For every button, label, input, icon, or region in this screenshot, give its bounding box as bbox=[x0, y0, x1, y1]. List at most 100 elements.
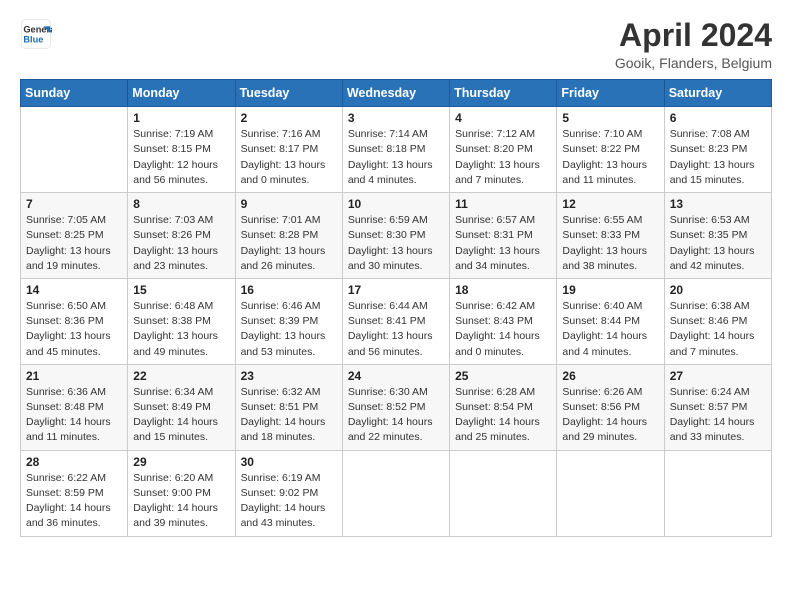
day-number: 16 bbox=[241, 283, 337, 297]
day-info: Sunrise: 6:34 AM Sunset: 8:49 PM Dayligh… bbox=[133, 385, 229, 446]
day-info: Sunrise: 6:32 AM Sunset: 8:51 PM Dayligh… bbox=[241, 385, 337, 446]
day-info: Sunrise: 6:55 AM Sunset: 8:33 PM Dayligh… bbox=[562, 213, 658, 274]
logo-icon: General Blue bbox=[20, 18, 52, 50]
calendar-table: SundayMondayTuesdayWednesdayThursdayFrid… bbox=[20, 79, 772, 536]
calendar-cell: 13 Sunrise: 6:53 AM Sunset: 8:35 PM Dayli… bbox=[664, 193, 771, 279]
day-info: Sunrise: 7:01 AM Sunset: 8:28 PM Dayligh… bbox=[241, 213, 337, 274]
day-info: Sunrise: 6:19 AM Sunset: 9:02 PM Dayligh… bbox=[241, 471, 337, 532]
day-number: 1 bbox=[133, 111, 229, 125]
calendar-cell: 15Sunrise: 6:48 AM Sunset: 8:38 PM Dayli… bbox=[128, 278, 235, 364]
day-info: Sunrise: 7:08 AM Sunset: 8:23 PM Dayligh… bbox=[670, 127, 766, 188]
title-block: April 2024 Gooik, Flanders, Belgium bbox=[615, 18, 772, 71]
day-info: Sunrise: 6:24 AM Sunset: 8:57 PM Dayligh… bbox=[670, 385, 766, 446]
day-number: 13 bbox=[670, 197, 766, 211]
day-info: Sunrise: 6:53 AM Sunset: 8:35 PM Dayligh… bbox=[670, 213, 766, 274]
day-number: 10 bbox=[348, 197, 444, 211]
day-number: 30 bbox=[241, 455, 337, 469]
day-number: 9 bbox=[241, 197, 337, 211]
weekday-header-sunday: Sunday bbox=[21, 80, 128, 107]
main-title: April 2024 bbox=[615, 18, 772, 53]
day-info: Sunrise: 7:12 AM Sunset: 8:20 PM Dayligh… bbox=[455, 127, 551, 188]
day-info: Sunrise: 7:10 AM Sunset: 8:22 PM Dayligh… bbox=[562, 127, 658, 188]
day-number: 29 bbox=[133, 455, 229, 469]
day-info: Sunrise: 6:57 AM Sunset: 8:31 PM Dayligh… bbox=[455, 213, 551, 274]
svg-text:Blue: Blue bbox=[23, 34, 43, 44]
calendar-cell: 3Sunrise: 7:14 AM Sunset: 8:18 PM Daylig… bbox=[342, 107, 449, 193]
calendar-cell: 10 Sunrise: 6:59 AM Sunset: 8:30 PM Dayli… bbox=[342, 193, 449, 279]
calendar-cell: 25 Sunrise: 6:28 AM Sunset: 8:54 PM Dayli… bbox=[450, 364, 557, 450]
day-number: 20 bbox=[670, 283, 766, 297]
day-info: Sunrise: 6:50 AM Sunset: 8:36 PM Dayligh… bbox=[26, 299, 122, 360]
calendar-cell: 8 Sunrise: 7:03 AM Sunset: 8:26 PM Daylig… bbox=[128, 193, 235, 279]
calendar-week-row: 1 Sunrise: 7:19 AM Sunset: 8:15 PM Daylig… bbox=[21, 107, 772, 193]
calendar-cell: 18 Sunrise: 6:42 AM Sunset: 8:43 PM Dayli… bbox=[450, 278, 557, 364]
logo: General Blue bbox=[20, 18, 52, 50]
day-number: 24 bbox=[348, 369, 444, 383]
calendar-cell: 5 Sunrise: 7:10 AM Sunset: 8:22 PM Daylig… bbox=[557, 107, 664, 193]
day-number: 18 bbox=[455, 283, 551, 297]
day-info: Sunrise: 6:59 AM Sunset: 8:30 PM Dayligh… bbox=[348, 213, 444, 274]
calendar-cell: 1 Sunrise: 7:19 AM Sunset: 8:15 PM Daylig… bbox=[128, 107, 235, 193]
calendar-cell: 29 Sunrise: 6:20 AM Sunset: 9:00 PM Dayli… bbox=[128, 450, 235, 536]
day-info: Sunrise: 6:22 AM Sunset: 8:59 PM Dayligh… bbox=[26, 471, 122, 532]
weekday-header-thursday: Thursday bbox=[450, 80, 557, 107]
day-number: 5 bbox=[562, 111, 658, 125]
calendar-cell: 6 Sunrise: 7:08 AM Sunset: 8:23 PM Daylig… bbox=[664, 107, 771, 193]
day-info: Sunrise: 7:03 AM Sunset: 8:26 PM Dayligh… bbox=[133, 213, 229, 274]
day-number: 8 bbox=[133, 197, 229, 211]
calendar-cell bbox=[450, 450, 557, 536]
day-info: Sunrise: 7:14 AM Sunset: 8:18 PM Dayligh… bbox=[348, 127, 444, 188]
day-info: Sunrise: 6:48 AM Sunset: 8:38 PM Dayligh… bbox=[133, 299, 229, 360]
day-number: 25 bbox=[455, 369, 551, 383]
day-number: 14 bbox=[26, 283, 122, 297]
calendar-cell: 21Sunrise: 6:36 AM Sunset: 8:48 PM Dayli… bbox=[21, 364, 128, 450]
weekday-header-saturday: Saturday bbox=[664, 80, 771, 107]
calendar-cell: 27 Sunrise: 6:24 AM Sunset: 8:57 PM Dayli… bbox=[664, 364, 771, 450]
day-info: Sunrise: 6:20 AM Sunset: 9:00 PM Dayligh… bbox=[133, 471, 229, 532]
day-info: Sunrise: 7:05 AM Sunset: 8:25 PM Dayligh… bbox=[26, 213, 122, 274]
calendar-cell bbox=[21, 107, 128, 193]
calendar-cell: 20 Sunrise: 6:38 AM Sunset: 8:46 PM Dayli… bbox=[664, 278, 771, 364]
day-number: 26 bbox=[562, 369, 658, 383]
day-number: 4 bbox=[455, 111, 551, 125]
day-number: 2 bbox=[241, 111, 337, 125]
calendar-cell: 9 Sunrise: 7:01 AM Sunset: 8:28 PM Daylig… bbox=[235, 193, 342, 279]
calendar-week-row: 21Sunrise: 6:36 AM Sunset: 8:48 PM Dayli… bbox=[21, 364, 772, 450]
calendar-cell: 28 Sunrise: 6:22 AM Sunset: 8:59 PM Dayli… bbox=[21, 450, 128, 536]
calendar-cell: 16 Sunrise: 6:46 AM Sunset: 8:39 PM Dayli… bbox=[235, 278, 342, 364]
calendar-cell: 24 Sunrise: 6:30 AM Sunset: 8:52 PM Dayli… bbox=[342, 364, 449, 450]
day-info: Sunrise: 6:42 AM Sunset: 8:43 PM Dayligh… bbox=[455, 299, 551, 360]
day-info: Sunrise: 7:16 AM Sunset: 8:17 PM Dayligh… bbox=[241, 127, 337, 188]
calendar-cell: 30 Sunrise: 6:19 AM Sunset: 9:02 PM Dayli… bbox=[235, 450, 342, 536]
weekday-header-wednesday: Wednesday bbox=[342, 80, 449, 107]
day-number: 27 bbox=[670, 369, 766, 383]
day-info: Sunrise: 6:38 AM Sunset: 8:46 PM Dayligh… bbox=[670, 299, 766, 360]
calendar-cell bbox=[342, 450, 449, 536]
calendar-cell: 26Sunrise: 6:26 AM Sunset: 8:56 PM Dayli… bbox=[557, 364, 664, 450]
calendar-week-row: 14 Sunrise: 6:50 AM Sunset: 8:36 PM Dayli… bbox=[21, 278, 772, 364]
calendar-cell: 2 Sunrise: 7:16 AM Sunset: 8:17 PM Daylig… bbox=[235, 107, 342, 193]
day-number: 12 bbox=[562, 197, 658, 211]
weekday-header-row: SundayMondayTuesdayWednesdayThursdayFrid… bbox=[21, 80, 772, 107]
calendar-cell: 4 Sunrise: 7:12 AM Sunset: 8:20 PM Daylig… bbox=[450, 107, 557, 193]
day-number: 28 bbox=[26, 455, 122, 469]
day-number: 6 bbox=[670, 111, 766, 125]
calendar-week-row: 7Sunrise: 7:05 AM Sunset: 8:25 PM Daylig… bbox=[21, 193, 772, 279]
day-info: Sunrise: 6:46 AM Sunset: 8:39 PM Dayligh… bbox=[241, 299, 337, 360]
day-info: Sunrise: 6:30 AM Sunset: 8:52 PM Dayligh… bbox=[348, 385, 444, 446]
day-number: 23 bbox=[241, 369, 337, 383]
calendar-cell: 22 Sunrise: 6:34 AM Sunset: 8:49 PM Dayli… bbox=[128, 364, 235, 450]
day-number: 11 bbox=[455, 197, 551, 211]
day-info: Sunrise: 6:44 AM Sunset: 8:41 PM Dayligh… bbox=[348, 299, 444, 360]
subtitle: Gooik, Flanders, Belgium bbox=[615, 55, 772, 71]
day-number: 22 bbox=[133, 369, 229, 383]
calendar-cell: 11 Sunrise: 6:57 AM Sunset: 8:31 PM Dayli… bbox=[450, 193, 557, 279]
day-info: Sunrise: 7:19 AM Sunset: 8:15 PM Dayligh… bbox=[133, 127, 229, 188]
calendar-cell: 14 Sunrise: 6:50 AM Sunset: 8:36 PM Dayli… bbox=[21, 278, 128, 364]
day-info: Sunrise: 6:28 AM Sunset: 8:54 PM Dayligh… bbox=[455, 385, 551, 446]
calendar-week-row: 28 Sunrise: 6:22 AM Sunset: 8:59 PM Dayli… bbox=[21, 450, 772, 536]
calendar-cell: 7Sunrise: 7:05 AM Sunset: 8:25 PM Daylig… bbox=[21, 193, 128, 279]
day-number: 17 bbox=[348, 283, 444, 297]
calendar-cell: 12 Sunrise: 6:55 AM Sunset: 8:33 PM Dayli… bbox=[557, 193, 664, 279]
calendar-cell bbox=[664, 450, 771, 536]
